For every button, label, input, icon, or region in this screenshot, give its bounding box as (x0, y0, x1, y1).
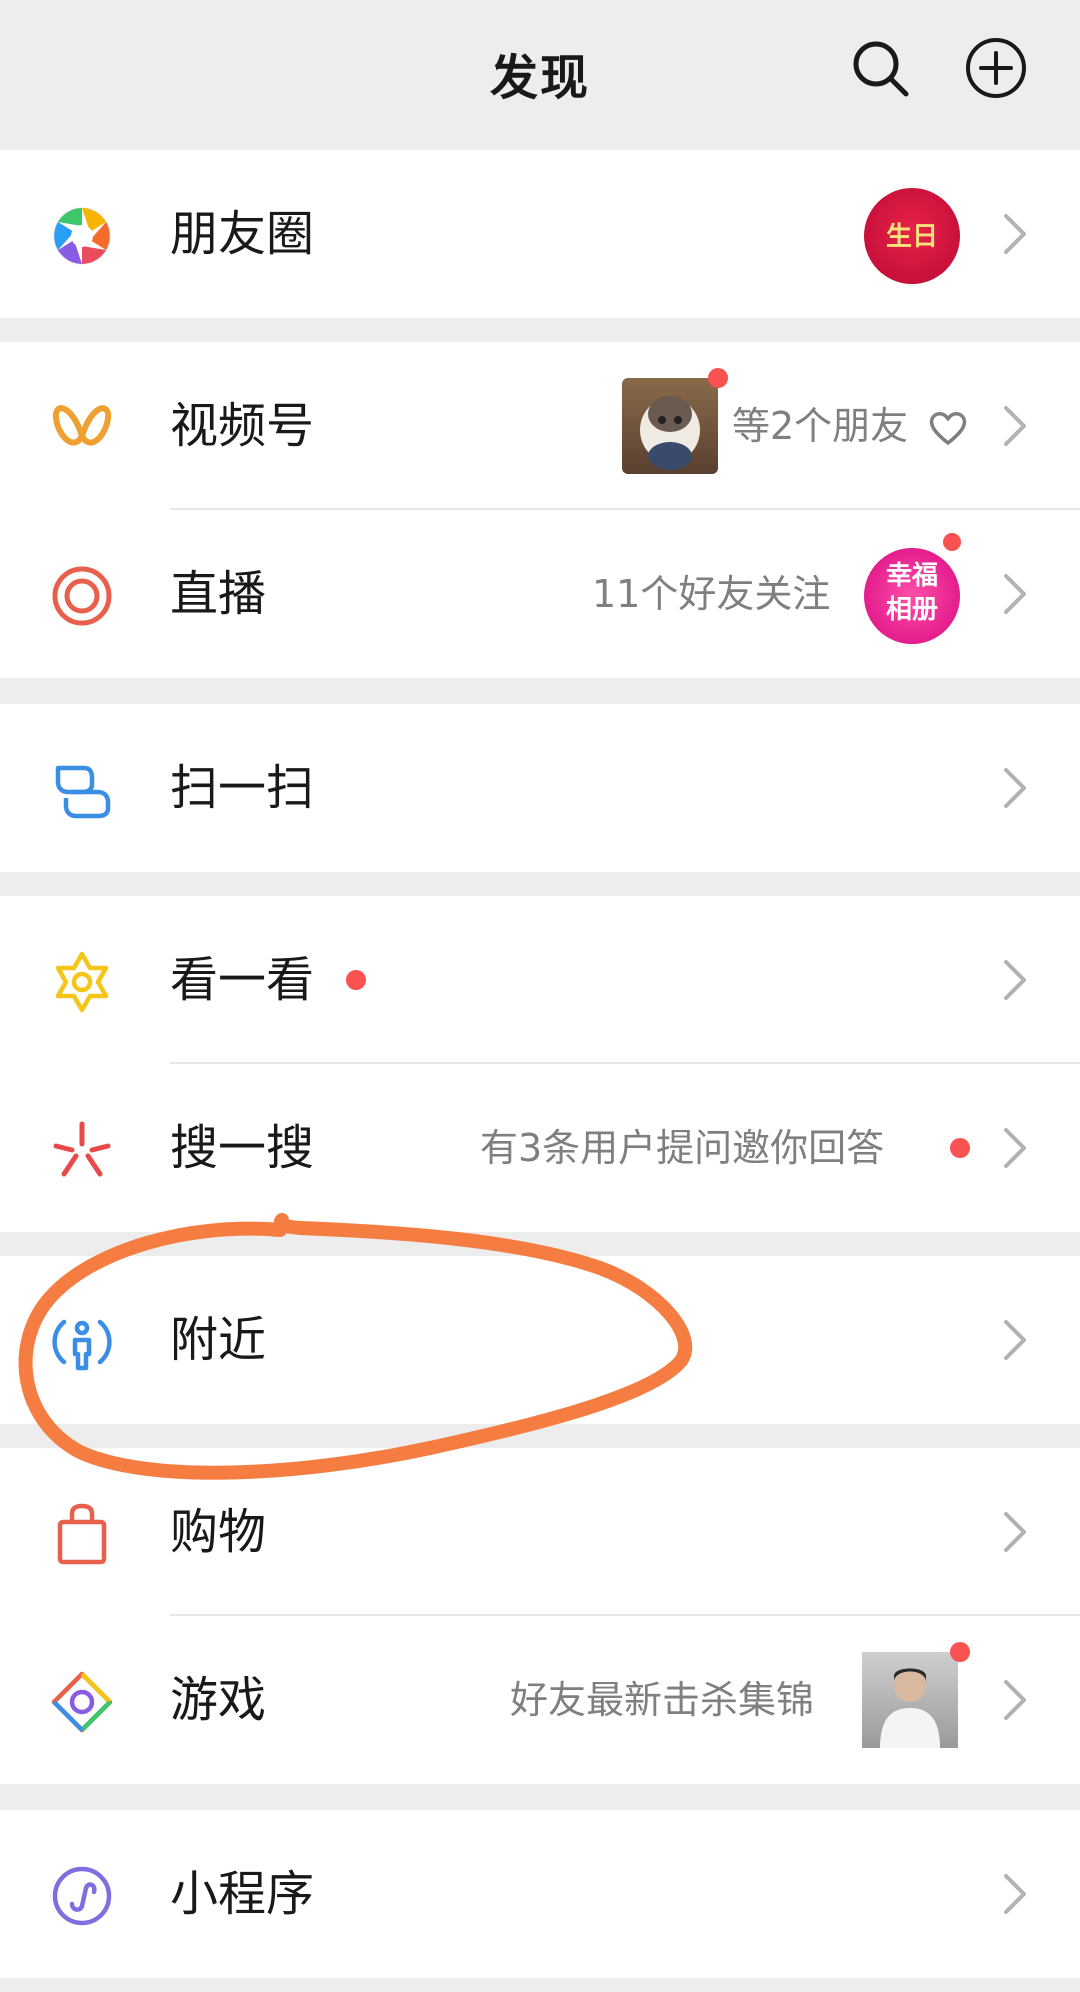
search-subtext: 有3条用户提问邀你回答 (480, 1126, 885, 1170)
chevron-right-icon (1004, 1320, 1026, 1360)
live-thumbnail-line2: 相册 (885, 595, 938, 625)
target-icon (50, 564, 114, 628)
menu-item-moments[interactable]: 朋友圈 生日 (0, 150, 1080, 318)
menu-item-label: 游戏 (170, 1672, 267, 1728)
channels-notification-dot (708, 368, 728, 388)
menu-item-label: 搜一搜 (170, 1120, 315, 1176)
menu-item-label: 视频号 (170, 398, 315, 454)
diamond-icon (50, 1670, 114, 1734)
chevron-right-icon (1004, 406, 1026, 446)
menu-item-label: 朋友圈 (170, 206, 315, 262)
live-thumbnail-line1: 幸福 (885, 561, 938, 591)
link-icon (50, 1864, 114, 1928)
moments-thumbnail-text: 生日 (885, 222, 938, 252)
chevron-right-icon (1004, 1680, 1026, 1720)
chevron-right-icon (1004, 1874, 1026, 1914)
top-stories-notification-dot (346, 970, 366, 990)
menu-item-nearby[interactable]: 附近 (0, 1256, 1080, 1424)
menu-item-label: 直播 (170, 566, 267, 622)
bag-icon (50, 1502, 114, 1566)
butterfly-icon (50, 396, 114, 460)
channels-subtext: 等2个朋友 (732, 404, 909, 448)
heart-icon (929, 412, 967, 445)
scan-icon (50, 758, 114, 822)
channels-thumbnail (622, 378, 718, 474)
menu-item-top-stories[interactable]: 看一看 (0, 896, 1080, 1064)
moments-thumbnail: 生日 (864, 188, 960, 284)
games-subtext: 好友最新击杀集锦 (510, 1678, 815, 1722)
menu-item-label: 附近 (170, 1312, 267, 1368)
menu-item-label: 购物 (170, 1504, 267, 1560)
chevron-right-icon (1004, 214, 1026, 254)
live-thumbnail: 幸福 相册 (864, 548, 960, 644)
menu-item-live[interactable]: 直播 11个好友关注 幸福 相册 (0, 510, 1080, 678)
search-notification-dot (950, 1138, 970, 1158)
chevron-right-icon (1004, 960, 1026, 1000)
live-notification-dot (938, 528, 966, 556)
chevron-right-icon (1004, 768, 1026, 808)
menu-item-label: 小程序 (170, 1866, 315, 1922)
menu-item-games[interactable]: 游戏 好友最新击杀集锦 (0, 1616, 1080, 1784)
chevron-right-icon (1004, 574, 1026, 614)
top-bar: 发现 (0, 0, 1080, 150)
page-title: 发现 (489, 50, 590, 106)
menu-item-mini-programs[interactable]: 小程序 (0, 1810, 1080, 1978)
location-person-icon (50, 1310, 114, 1374)
chevron-right-icon (1004, 1128, 1026, 1168)
games-thumbnail (862, 1652, 958, 1748)
sparkle-icon (50, 1118, 114, 1182)
live-subtext: 11个好友关注 (592, 572, 831, 616)
menu-item-label: 扫一扫 (170, 760, 315, 816)
search-icon[interactable] (848, 36, 912, 100)
star-icon (50, 950, 114, 1014)
menu-item-label: 看一看 (170, 952, 315, 1008)
add-icon[interactable] (964, 36, 1028, 100)
menu-item-scan[interactable]: 扫一扫 (0, 704, 1080, 872)
menu-item-channels[interactable]: 视频号 等2个朋友 (0, 342, 1080, 510)
games-notification-dot (950, 1642, 970, 1662)
aperture-icon (50, 204, 114, 268)
menu-item-shopping[interactable]: 购物 (0, 1448, 1080, 1616)
menu-item-search[interactable]: 搜一搜 有3条用户提问邀你回答 (0, 1064, 1080, 1232)
chevron-right-icon (1004, 1512, 1026, 1552)
